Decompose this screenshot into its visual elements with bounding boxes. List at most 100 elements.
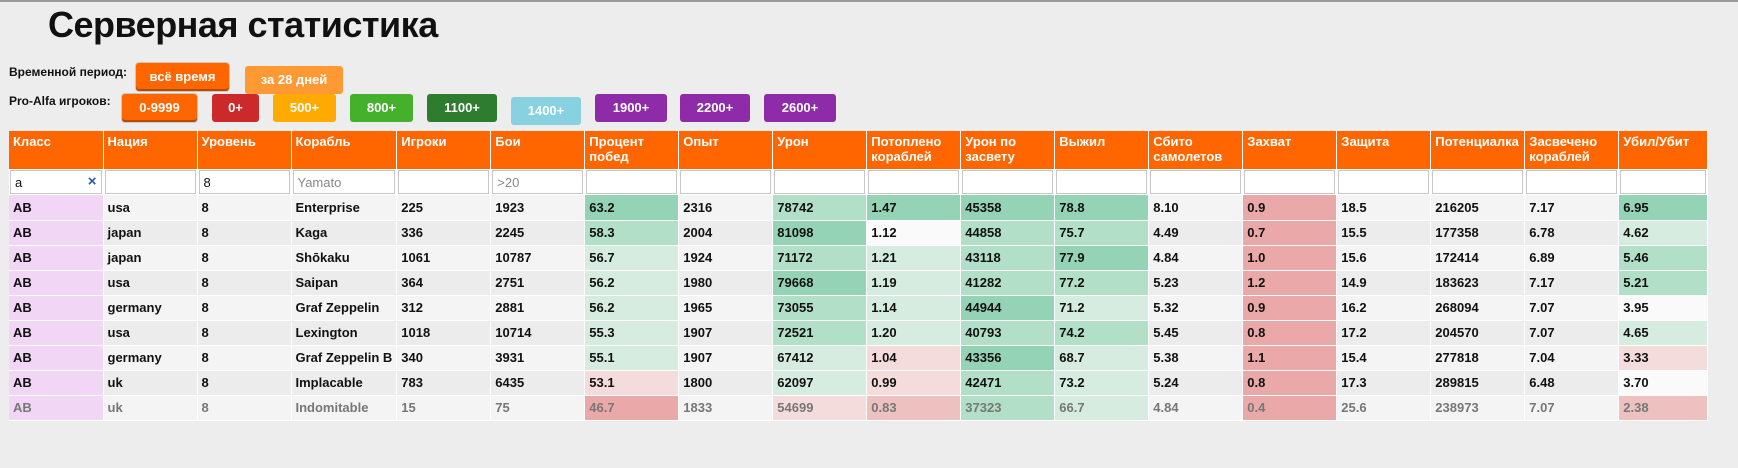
clear-icon[interactable]: × <box>88 173 97 191</box>
column-header-6[interactable]: Процент побед <box>584 131 680 169</box>
table-row[interactable]: АВ japan 8 Shōkaku 1061 10787 56.7 1924 71172 1.2… <box>9 245 1709 271</box>
filter-input-6[interactable] <box>586 170 678 194</box>
table-cell: 2245 <box>490 220 586 246</box>
table-cell: 14.9 <box>1336 270 1432 296</box>
table-cell: АВ <box>9 295 104 321</box>
table-cell: 15.6 <box>1336 245 1432 271</box>
table-cell: 44944 <box>960 295 1056 321</box>
proalfa-button-4[interactable]: 1100+ <box>427 94 497 122</box>
filter-input-5[interactable] <box>492 170 584 194</box>
filter-input-2[interactable] <box>198 170 290 194</box>
column-header-9[interactable]: Потоплено кораблей <box>866 131 962 169</box>
table-cell: 8 <box>197 220 292 246</box>
proalfa-button-3[interactable]: 800+ <box>350 94 413 122</box>
table-cell: 3.33 <box>1618 345 1709 371</box>
table-cell: 177358 <box>1430 220 1526 246</box>
proalfa-button-7[interactable]: 2200+ <box>680 94 750 122</box>
stats-table: Класс Нация Уровень Корабль Игроки Бои Процент… <box>9 131 1709 421</box>
column-header-14[interactable]: Защита <box>1336 131 1432 169</box>
table-cell: Indomitable <box>291 395 398 421</box>
filter-input-3[interactable] <box>292 170 396 194</box>
table-cell: 4.84 <box>1148 395 1244 421</box>
column-header-0[interactable]: Класс <box>9 131 104 169</box>
table-cell: Implacable <box>291 370 398 396</box>
column-header-5[interactable]: Бои <box>490 131 586 169</box>
table-cell: 1833 <box>678 395 774 421</box>
filter-input-13[interactable] <box>1244 170 1336 194</box>
proalfa-button-8[interactable]: 2600+ <box>764 94 836 122</box>
table-row[interactable]: АВ usa 8 Lexington 1018 10714 55.3 1907 72521 1.2… <box>9 320 1709 346</box>
filter-input-10[interactable] <box>962 170 1054 194</box>
table-cell: 1923 <box>490 195 586 221</box>
column-header-15[interactable]: Потенциалка <box>1430 131 1526 169</box>
table-row[interactable]: АВ germany 8 Graf Zeppelin 312 2881 56.2 1965 73… <box>9 295 1709 321</box>
column-header-10[interactable]: Урон по засвету <box>960 131 1056 169</box>
filter-input-7[interactable] <box>680 170 772 194</box>
table-cell: 56.2 <box>584 295 680 321</box>
proalfa-button-6[interactable]: 1900+ <box>595 94 667 122</box>
table-cell: 1980 <box>678 270 774 296</box>
table-cell: 8 <box>197 320 292 346</box>
table-cell: 7.17 <box>1524 270 1620 296</box>
table-cell: АВ <box>9 270 104 296</box>
table-cell: 71.2 <box>1054 295 1150 321</box>
filter-input-15[interactable] <box>1432 170 1524 194</box>
proalfa-button-1[interactable]: 0+ <box>212 94 259 122</box>
table-cell: 6435 <box>490 370 586 396</box>
table-cell: 1.1 <box>1242 345 1338 371</box>
proalfa-button-0[interactable]: 0-9999 <box>122 94 197 122</box>
column-header-2[interactable]: Уровень <box>197 131 292 169</box>
table-cell: 0.83 <box>866 395 962 421</box>
table-cell: 8 <box>197 395 292 421</box>
table-cell: 37323 <box>960 395 1056 421</box>
table-row[interactable]: АВ uk 8 Implacable 783 6435 53.1 1800 62097 0.99 4… <box>9 370 1709 396</box>
filter-input-4[interactable] <box>398 170 490 194</box>
table-cell: 6.95 <box>1618 195 1709 221</box>
table-cell: 10787 <box>490 245 586 271</box>
column-header-12[interactable]: Сбито самолетов <box>1148 131 1244 169</box>
column-header-11[interactable]: Выжил <box>1054 131 1150 169</box>
table-cell: 73.2 <box>1054 370 1150 396</box>
column-header-1[interactable]: Нация <box>103 131 198 169</box>
column-header-3[interactable]: Корабль <box>291 131 398 169</box>
filter-input-14[interactable] <box>1338 170 1430 194</box>
filter-cell <box>772 169 868 195</box>
table-row[interactable]: АВ japan 8 Kaga 336 2245 58.3 2004 81098 1.12 4485… <box>9 220 1709 246</box>
filter-input-8[interactable] <box>774 170 866 194</box>
table-cell: 58.3 <box>584 220 680 246</box>
table-cell: 1.20 <box>866 320 962 346</box>
filter-cell <box>1430 169 1526 195</box>
proalfa-button-2[interactable]: 500+ <box>273 94 336 122</box>
table-row[interactable]: АВ usa 8 Enterprise 225 1923 63.2 2316 78742 1.47… <box>9 195 1709 221</box>
table-cell: 0.9 <box>1242 295 1338 321</box>
table-cell: 1924 <box>678 245 774 271</box>
column-header-4[interactable]: Игроки <box>396 131 492 169</box>
column-header-7[interactable]: Опыт <box>678 131 774 169</box>
column-header-13[interactable]: Захват <box>1242 131 1338 169</box>
table-cell: 0.99 <box>866 370 962 396</box>
column-header-17[interactable]: Убил/Убит <box>1618 131 1709 169</box>
filter-input-17[interactable] <box>1620 170 1707 194</box>
table-cell: 5.46 <box>1618 245 1709 271</box>
proalfa-button-5[interactable]: 1400+ <box>511 97 581 125</box>
filter-cell <box>584 169 680 195</box>
table-cell: 2.38 <box>1618 395 1709 421</box>
column-header-16[interactable]: Засвечено кораблей <box>1524 131 1620 169</box>
table-row[interactable]: АВ usa 8 Saipan 364 2751 56.2 1980 79668 1.19 4128… <box>9 270 1709 296</box>
table-row[interactable]: АВ germany 8 Graf Zeppelin B 340 3931 55.1 1907… <box>9 345 1709 371</box>
table-cell: 73055 <box>772 295 868 321</box>
table-row[interactable]: АВ uk 8 Indomitable 15 75 46.7 1833 54699 0.83 373… <box>9 395 1709 421</box>
filter-input-9[interactable] <box>868 170 960 194</box>
filter-input-11[interactable] <box>1056 170 1148 194</box>
filter-input-16[interactable] <box>1526 170 1618 194</box>
filter-input-1[interactable] <box>104 170 196 194</box>
period-button-0[interactable]: всё время <box>136 63 229 91</box>
period-button-1[interactable]: за 28 дней <box>245 66 343 94</box>
table-cell: 54699 <box>772 395 868 421</box>
filter-input-12[interactable] <box>1150 170 1242 194</box>
proalfa-label: Pro-Alfa игроков: <box>9 94 111 108</box>
table-cell: germany <box>103 295 198 321</box>
column-header-8[interactable]: Урон <box>772 131 868 169</box>
table-cell: 17.3 <box>1336 370 1432 396</box>
table-cell: 79668 <box>772 270 868 296</box>
